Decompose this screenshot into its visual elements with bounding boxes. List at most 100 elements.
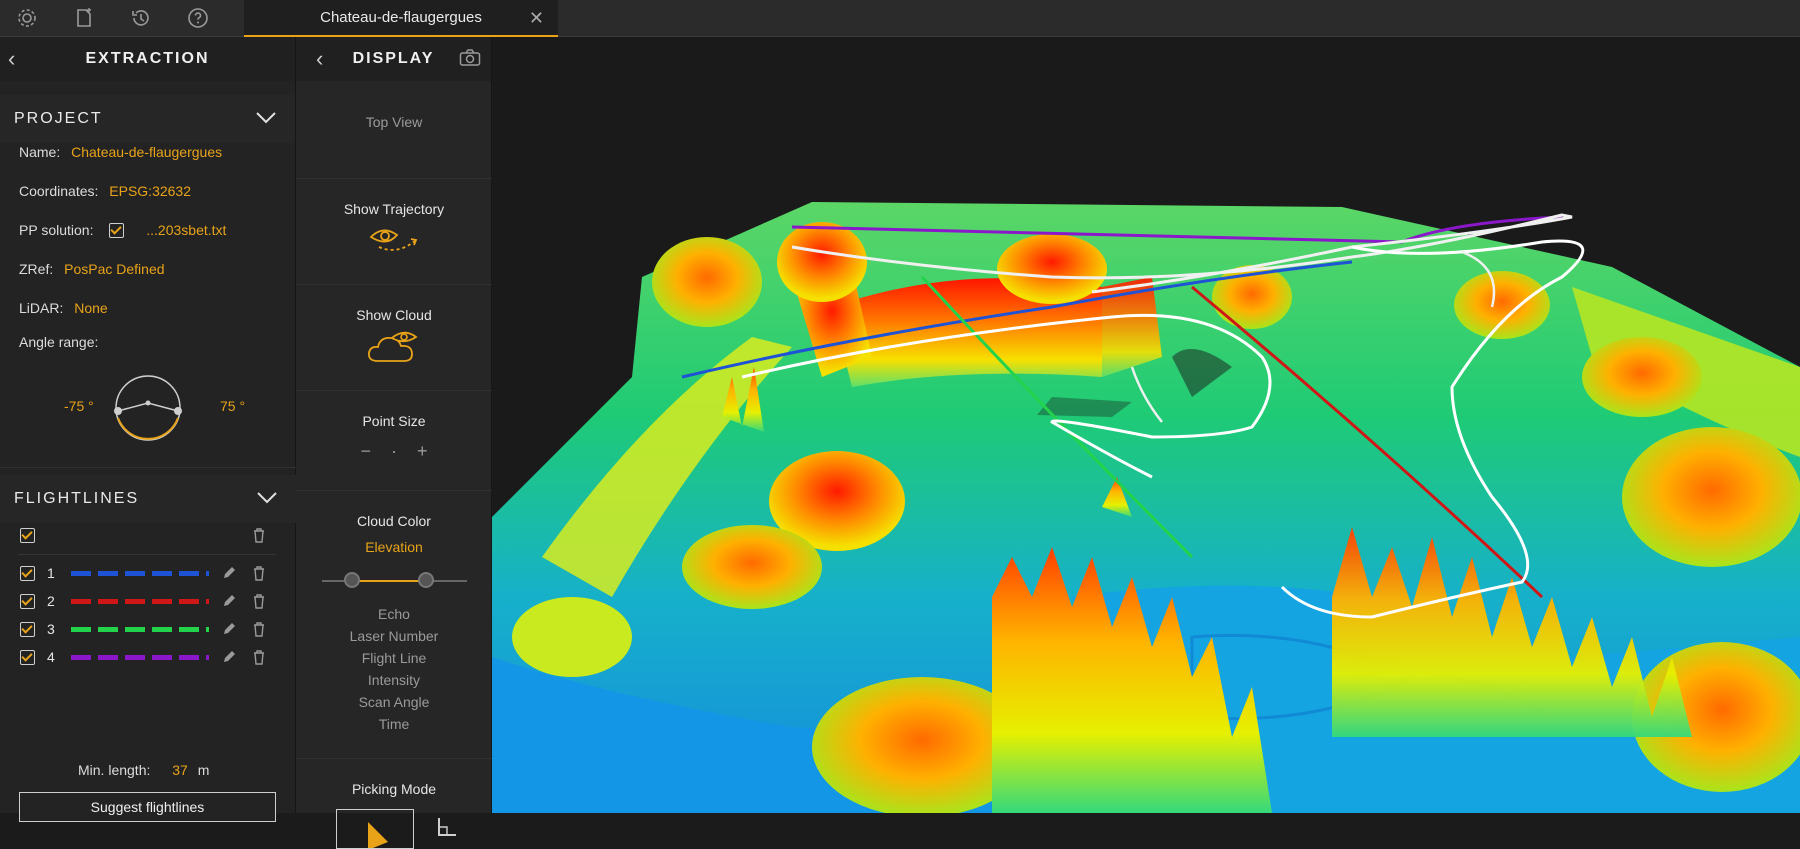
select-all-flightlines-row — [20, 525, 35, 545]
measure-angle-icon[interactable] — [432, 813, 460, 841]
help-icon[interactable] — [183, 3, 213, 33]
delete-trash-icon[interactable] — [252, 565, 266, 581]
flightline-id: 3 — [47, 621, 55, 637]
pp-solution-row: PP solution: ...203sbet.txt — [19, 222, 226, 238]
cloud-color-option[interactable]: Laser Number — [296, 625, 492, 647]
flightline-row: 3 — [20, 619, 209, 639]
color-range-slider[interactable] — [322, 572, 467, 588]
project-tab[interactable]: Chateau-de-flaugergues ✕ — [244, 0, 558, 37]
chevron-down-icon[interactable] — [255, 109, 277, 125]
top-view-section: Top View — [296, 81, 492, 179]
cloud-color-option[interactable]: Intensity — [296, 669, 492, 691]
cloud-color-options: Echo Laser Number Flight Line Intensity Scan… — [296, 603, 492, 735]
cloud-color-selected[interactable]: Elevation — [296, 539, 492, 555]
edit-pencil-icon[interactable] — [221, 565, 237, 581]
edit-pencil-icon[interactable] — [221, 621, 237, 637]
flightline-color-swatch — [70, 654, 209, 660]
flightlines-header-label: FLIGHTLINES — [14, 490, 140, 507]
show-cloud-label: Show Cloud — [356, 307, 432, 323]
coordinates-label: Coordinates: — [19, 183, 99, 199]
angle-max-value: 75 ° — [220, 398, 246, 414]
name-label: Name: — [19, 144, 61, 160]
flightline-checkbox[interactable] — [20, 593, 35, 609]
point-size-increase-button[interactable]: + — [417, 441, 428, 462]
camera-icon[interactable] — [459, 49, 481, 67]
zref-value[interactable]: PosPac Defined — [64, 261, 164, 277]
angle-range-label: Angle range: — [19, 334, 99, 350]
flightlines-section-header[interactable]: FLIGHTLINES — [0, 475, 296, 523]
chevron-down-icon[interactable] — [256, 489, 278, 505]
flightline-checkbox[interactable] — [20, 621, 35, 637]
delete-trash-icon[interactable] — [252, 621, 266, 637]
flightline-checkbox[interactable] — [20, 565, 35, 581]
flightline-row: 4 — [20, 647, 209, 667]
new-file-icon[interactable] — [69, 3, 99, 33]
close-tab-icon[interactable]: ✕ — [529, 8, 544, 29]
lidar-value[interactable]: None — [74, 300, 107, 316]
cloud-eye-icon[interactable] — [366, 329, 422, 365]
pp-solution-label: PP solution: — [19, 222, 94, 238]
display-title: DISPLAY — [352, 50, 435, 67]
picking-mode-label: Picking Mode — [351, 781, 437, 797]
flightline-row: 2 — [20, 591, 209, 611]
edit-pencil-icon[interactable] — [221, 649, 237, 665]
color-range-min-handle[interactable] — [344, 572, 360, 588]
delete-all-icon[interactable] — [252, 527, 266, 543]
settings-icon[interactable] — [12, 3, 42, 33]
cloud-color-option[interactable]: Echo — [296, 603, 492, 625]
extraction-panel: ‹ EXTRACTION PROJECT Name: Chateau-de-fl… — [0, 37, 296, 822]
project-name-row: Name: Chateau-de-flaugergues — [19, 144, 222, 160]
point-size-section: Point Size − · + — [296, 391, 492, 491]
select-all-checkbox[interactable] — [20, 527, 35, 543]
point-size-label: Point Size — [362, 413, 426, 429]
flightline-color-swatch — [70, 598, 209, 604]
min-length-row: Min. length: 37 m — [78, 762, 209, 778]
flightline-id: 2 — [47, 593, 55, 609]
name-value: Chateau-de-flaugergues — [71, 144, 223, 160]
project-section-header[interactable]: PROJECT — [0, 95, 295, 143]
suggest-flightlines-button[interactable]: Suggest flightlines — [19, 792, 276, 822]
point-cloud-viewport[interactable] — [492, 37, 1800, 813]
cloud-color-label: Cloud Color — [357, 513, 431, 529]
pp-solution-file[interactable]: ...203sbet.txt — [146, 222, 226, 238]
min-length-label: Min. length: — [78, 762, 151, 778]
back-chevron-icon[interactable]: ‹ — [316, 46, 325, 72]
flightline-color-swatch — [70, 570, 209, 576]
cloud-color-section: Cloud Color Elevation Echo Laser Number Fl… — [296, 491, 492, 759]
delete-trash-icon[interactable] — [252, 649, 266, 665]
coordinates-row: Coordinates: EPSG:32632 — [19, 183, 191, 199]
show-trajectory-label: Show Trajectory — [343, 201, 445, 217]
flightline-id: 1 — [47, 565, 55, 581]
cloud-color-option[interactable]: Scan Angle — [296, 691, 492, 713]
history-icon[interactable] — [126, 3, 156, 33]
show-trajectory-section: Show Trajectory — [296, 179, 492, 285]
project-header-label: PROJECT — [14, 110, 103, 127]
angle-min-value: -75 ° — [64, 398, 94, 414]
tab-title: Chateau-de-flaugergues — [320, 9, 482, 26]
coordinates-value: EPSG:32632 — [109, 183, 192, 199]
point-cloud-render — [492, 202, 1800, 813]
top-view-button[interactable]: Top View — [296, 111, 492, 133]
zref-label: ZRef: — [19, 261, 54, 277]
pp-solution-checkbox[interactable] — [109, 223, 125, 238]
cloud-color-option[interactable]: Flight Line — [296, 647, 492, 669]
zref-row: ZRef: PosPac Defined — [19, 261, 165, 277]
flightline-checkbox[interactable] — [20, 649, 35, 665]
point-size-decrease-button[interactable]: − — [360, 441, 371, 462]
display-header: ‹ DISPLAY — [296, 37, 491, 81]
flightline-id: 4 — [47, 649, 55, 665]
delete-trash-icon[interactable] — [252, 593, 266, 609]
flightline-color-swatch — [70, 626, 209, 632]
cloud-color-option[interactable]: Time — [296, 713, 492, 735]
back-chevron-icon[interactable]: ‹ — [8, 46, 17, 72]
min-length-value[interactable]: 37 — [172, 762, 188, 778]
color-range-fill — [352, 580, 426, 582]
color-range-max-handle[interactable] — [418, 572, 434, 588]
picking-pointer-button[interactable] — [336, 809, 414, 849]
lidar-row: LiDAR: None — [19, 300, 108, 316]
angle-range-dial[interactable] — [110, 370, 186, 446]
edit-pencil-icon[interactable] — [221, 593, 237, 609]
display-panel: ‹ DISPLAY Top View Show Trajectory Show … — [296, 37, 492, 849]
top-toolbar: Chateau-de-flaugergues ✕ — [0, 0, 1800, 37]
trajectory-eye-icon[interactable] — [367, 225, 421, 255]
